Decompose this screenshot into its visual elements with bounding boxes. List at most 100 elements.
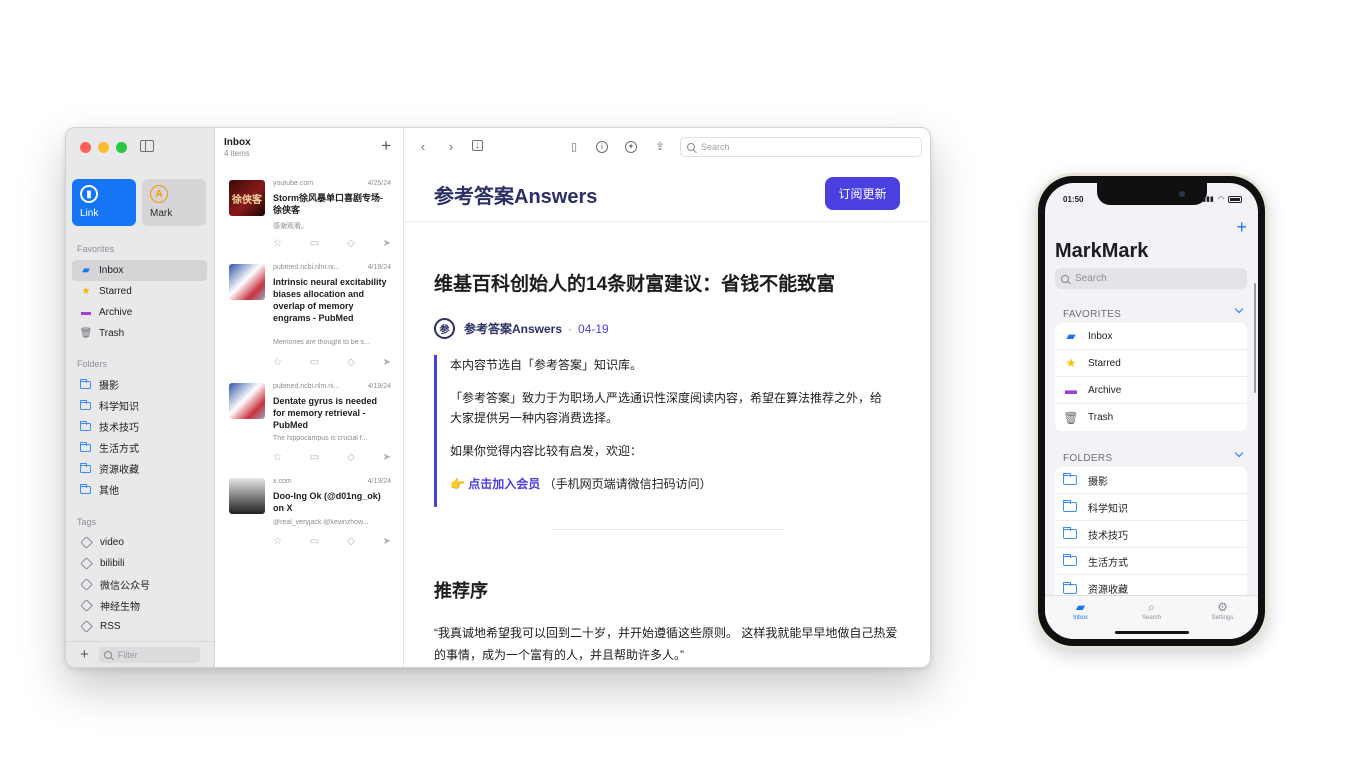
share-icon[interactable]: ➤ [383,452,391,463]
add-icon[interactable]: + [80,646,89,663]
author-name[interactable]: 参考答案Answers [464,320,562,337]
folder-label: 资源收藏 [99,465,139,476]
folder-icon[interactable]: ▭ [310,238,319,249]
favorite-item-trash[interactable]: 🗑 Trash [1055,404,1247,431]
folder-icon [80,420,91,431]
sidebar-tag-item[interactable]: 神经生物 [72,595,207,616]
download-icon[interactable]: ↓ [472,140,483,151]
filter-input[interactable]: Filter [98,646,200,663]
tag-label: video [100,537,124,548]
share-icon[interactable]: ➤ [383,357,391,368]
tag-icon [80,557,93,570]
sidebar-folder-item[interactable]: 资源收藏 [72,458,207,479]
sidebar-tag-item[interactable]: RSS [72,616,207,637]
sidebar-folder-item[interactable]: 生活方式 [72,437,207,458]
tag-icon[interactable]: ◇ [347,452,355,463]
folder-item[interactable]: 科学知识 [1055,494,1247,521]
sidebar-tag-item[interactable]: bilibili [72,553,207,574]
author-line: 参 参考答案Answers · 04-19 [434,318,609,339]
forward-icon[interactable]: › [444,140,458,154]
list-item[interactable]: x.com 4/13/24 Doo-Ing Ok (@d01ng_ok) on X… [229,478,391,558]
thumbnail-text: 徐侠客 [232,194,262,206]
sidebar-tag-item[interactable]: video [72,532,207,553]
info-icon[interactable]: i [596,141,608,153]
favorite-item-archive[interactable]: ▬ Archive [1055,377,1247,404]
quote-paragraph: 本内容节选自「参考答案」知识库。 [450,358,643,372]
list-item[interactable]: pubmed.ncbi.nlm.ni... 4/19/24 Dentate gyr… [229,383,391,469]
scrollbar[interactable] [1254,283,1256,393]
publication-name[interactable]: 参考答案Answers [434,180,597,209]
sidebar-folder-item[interactable]: 摄影 [72,374,207,395]
folder-item[interactable]: 技术技巧 [1055,521,1247,548]
sidebar-folder-item[interactable]: 其他 [72,479,207,500]
tag-icon[interactable]: ◇ [347,536,355,547]
share-icon[interactable]: ⇪ [653,140,667,154]
reader-pane: ‹ › ↓ ▯ i ✦ ⇪ Search 参考答案Answers 订阅更新 维基… [404,128,930,667]
mark-tile-label: Mark [150,208,173,219]
chevron-down-icon[interactable] [1234,448,1244,458]
share-icon[interactable]: ➤ [383,536,391,547]
add-icon[interactable]: + [1236,217,1247,238]
folder-icon[interactable]: ▭ [310,536,319,547]
search-input[interactable]: Search [1055,268,1247,289]
search-input[interactable]: Search [680,137,922,157]
subscribe-button[interactable]: 订阅更新 [825,177,900,210]
tab-settings[interactable]: ⚙ Settings [1198,600,1248,639]
star-icon[interactable]: ☆ [273,536,282,547]
item-source: pubmed.ncbi.nlm.ni... [273,264,340,271]
tag-icon[interactable]: ◇ [347,238,355,249]
folder-icon[interactable]: ▭ [310,357,319,368]
item-source: pubmed.ncbi.nlm.ni... [273,383,340,390]
add-item-icon[interactable]: + [381,136,391,156]
compass-icon[interactable]: ✦ [625,141,637,153]
star-icon[interactable]: ☆ [273,452,282,463]
quote-paragraph: 如果你觉得内容比较有启发，欢迎： [450,444,643,458]
article-paragraph: “我真诚地希望我可以回到二十岁，并开始遵循这些原则。 这样我就能早早地做自己热爱… [434,626,898,662]
close-button[interactable] [80,142,91,153]
tag-label: 神经生物 [100,602,140,613]
mac-window: ▮ Link A Mark Favorites ▰ Inbox ★ Starre… [65,127,931,668]
zoom-button[interactable] [116,142,127,153]
folder-item[interactable]: 生活方式 [1055,548,1247,575]
publish-date: 04-19 [578,321,609,336]
link-tile[interactable]: ▮ Link [72,179,136,226]
sidebar-folder-item[interactable]: 科学知识 [72,395,207,416]
share-icon[interactable]: ➤ [383,238,391,249]
favorite-item-starred[interactable]: ★ Starred [1055,350,1247,377]
sidebar-item-label: Starred [99,286,132,297]
item-date: 4/25/24 [367,180,391,187]
link-note: （手机网页端请微信扫码访问） [543,477,712,491]
item-date: 4/19/24 [367,383,391,390]
star-icon[interactable]: ☆ [273,238,282,249]
wifi-icon: ◠ [1217,196,1224,203]
list-item[interactable]: 徐侠客 youtube.com 4/25/24 Storm徐风暴单口喜剧专场-徐侠… [229,180,391,258]
search-icon [687,143,695,151]
favorite-item-inbox[interactable]: ▰ Inbox [1055,323,1247,350]
reader-mode-icon[interactable]: ▯ [567,140,581,154]
item-thumbnail [229,264,265,300]
sidebar-item-trash[interactable]: 🗑 Trash [72,323,207,344]
folders-section-title: Folders [77,359,108,369]
tab-inbox[interactable]: ▰ Inbox [1056,600,1106,639]
back-icon[interactable]: ‹ [416,140,430,154]
iphone-frame: 01:50 ▮▮▮ ◠ + MarkMark Search FAVORITES … [1035,173,1268,649]
folder-icon[interactable]: ▭ [310,452,319,463]
list-item[interactable]: pubmed.ncbi.nlm.ni... 4/19/24 Intrinsic n… [229,264,391,374]
chevron-down-icon[interactable] [1234,304,1244,314]
star-icon[interactable]: ☆ [273,357,282,368]
sidebar-item-inbox[interactable]: ▰ Inbox [72,260,207,281]
sidebar-item-starred[interactable]: ★ Starred [72,281,207,302]
sidebar-item-archive[interactable]: ▬ Archive [72,302,207,323]
minimize-button[interactable] [98,142,109,153]
sidebar-toggle-icon[interactable] [140,140,154,152]
folder-item[interactable]: 摄影 [1055,467,1247,494]
favorites-list: ▰ Inbox ★ Starred ▬ Archive 🗑 Trash [72,260,207,344]
item-label: 技术技巧 [1088,530,1128,542]
sidebar-tag-item[interactable]: 微信公众号 [72,574,207,595]
join-member-link[interactable]: 点击加入会员 [468,477,540,491]
window-controls [80,142,127,153]
tag-icon[interactable]: ◇ [347,357,355,368]
item-label: Inbox [1088,330,1113,342]
mark-tile[interactable]: A Mark [142,179,206,226]
sidebar-folder-item[interactable]: 技术技巧 [72,416,207,437]
